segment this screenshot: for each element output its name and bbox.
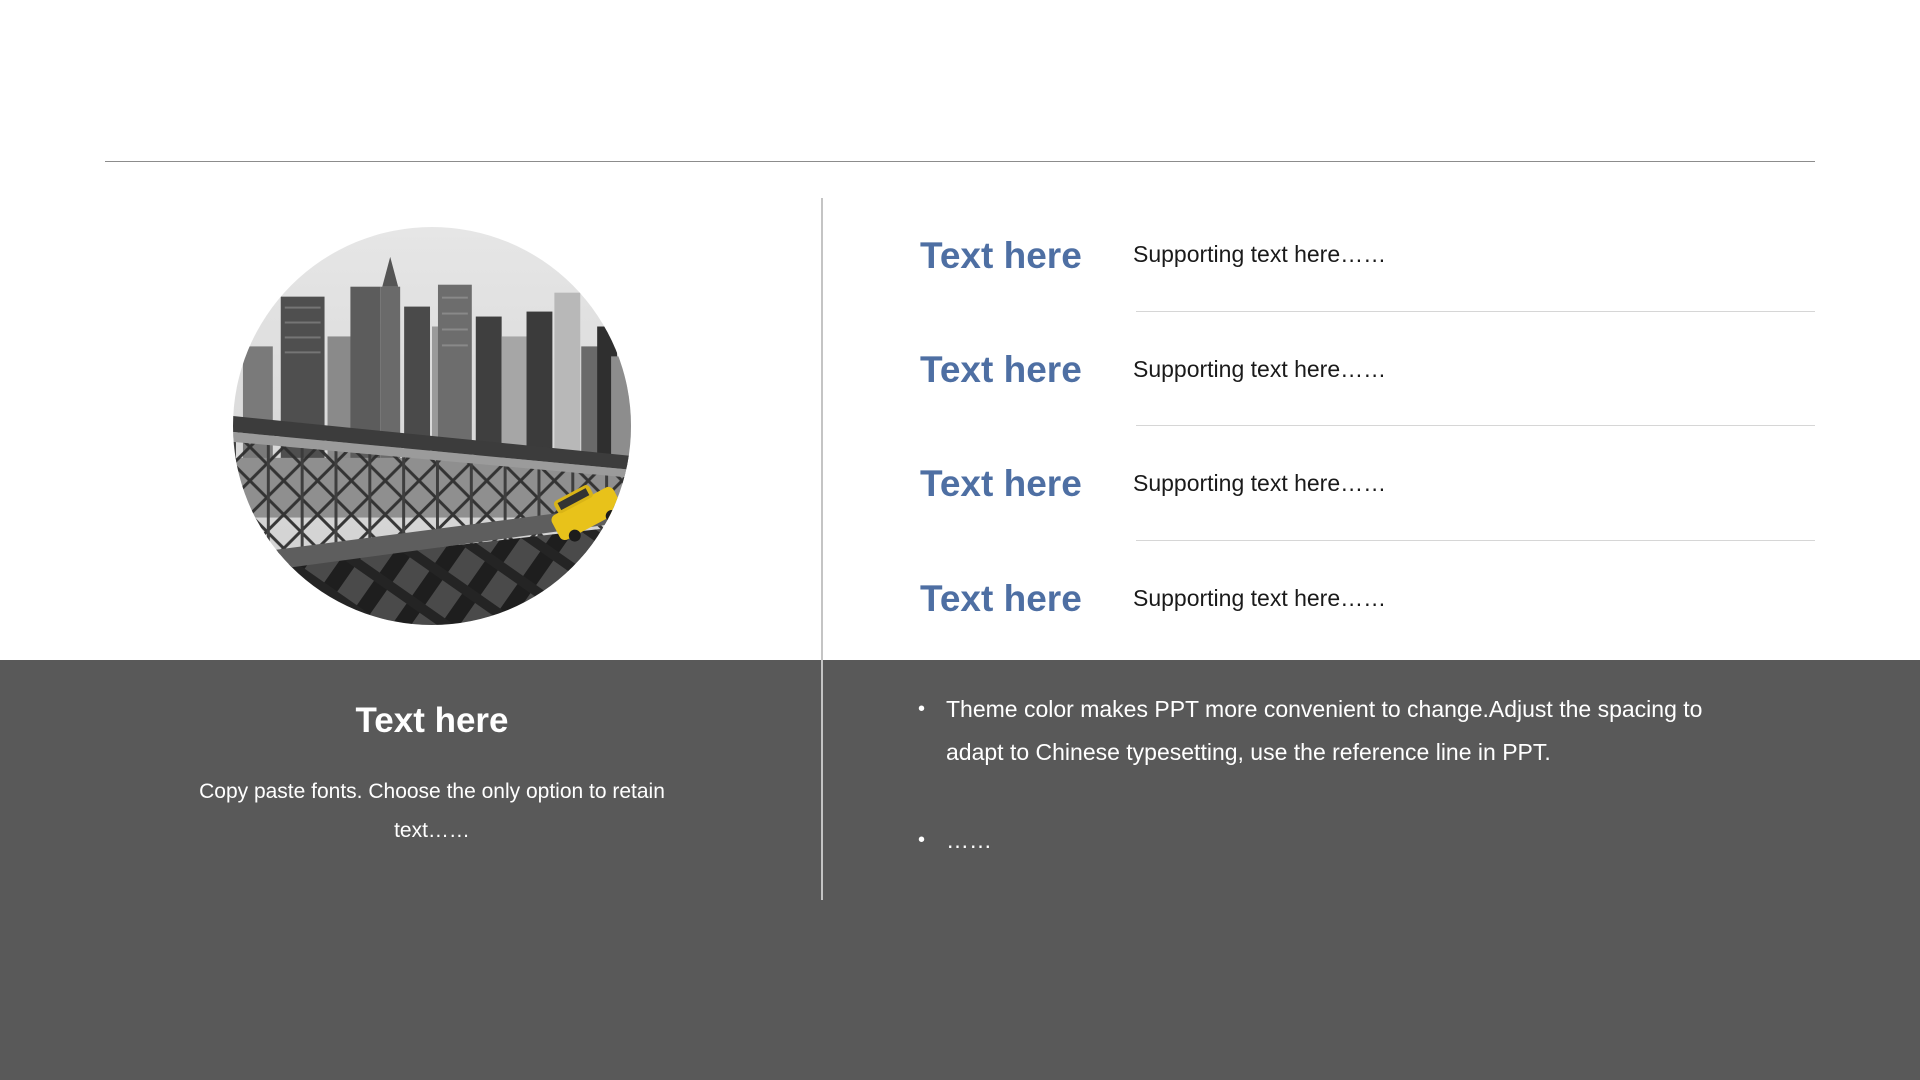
bullet-text: Theme color makes PPT more convenient to…: [946, 696, 1703, 765]
bullet-text: ……: [946, 827, 992, 853]
panel-body-text: Copy paste fonts. Choose the only option…: [199, 780, 665, 842]
bullet-item: • Theme color makes PPT more convenient …: [918, 688, 1758, 774]
bullet-icon: •: [918, 698, 926, 720]
row-separator: [1136, 311, 1815, 312]
city-bridge-photo: [233, 227, 631, 625]
item-supporting-text: Supporting text here……: [1133, 585, 1387, 611]
item-title: Text here: [920, 349, 1082, 390]
top-divider-line: [105, 161, 1815, 162]
item-title: Text here: [920, 578, 1082, 619]
item-title: Text here: [920, 463, 1082, 504]
bullet-list: • Theme color makes PPT more convenient …: [918, 688, 1758, 862]
row-separator: [1136, 425, 1815, 426]
row-separator: [1136, 540, 1815, 541]
vertical-divider: [821, 198, 823, 900]
bullet-icon: •: [918, 829, 926, 851]
panel-title: Text here: [355, 701, 509, 740]
bullet-item: • ……: [918, 819, 1758, 862]
item-supporting-text: Supporting text here……: [1133, 356, 1387, 382]
item-title: Text here: [920, 235, 1082, 276]
item-supporting-text: Supporting text here……: [1133, 470, 1387, 496]
slide: Text here Supporting text here…… Text he…: [0, 0, 1920, 1080]
item-supporting-text: Supporting text here……: [1133, 241, 1387, 267]
